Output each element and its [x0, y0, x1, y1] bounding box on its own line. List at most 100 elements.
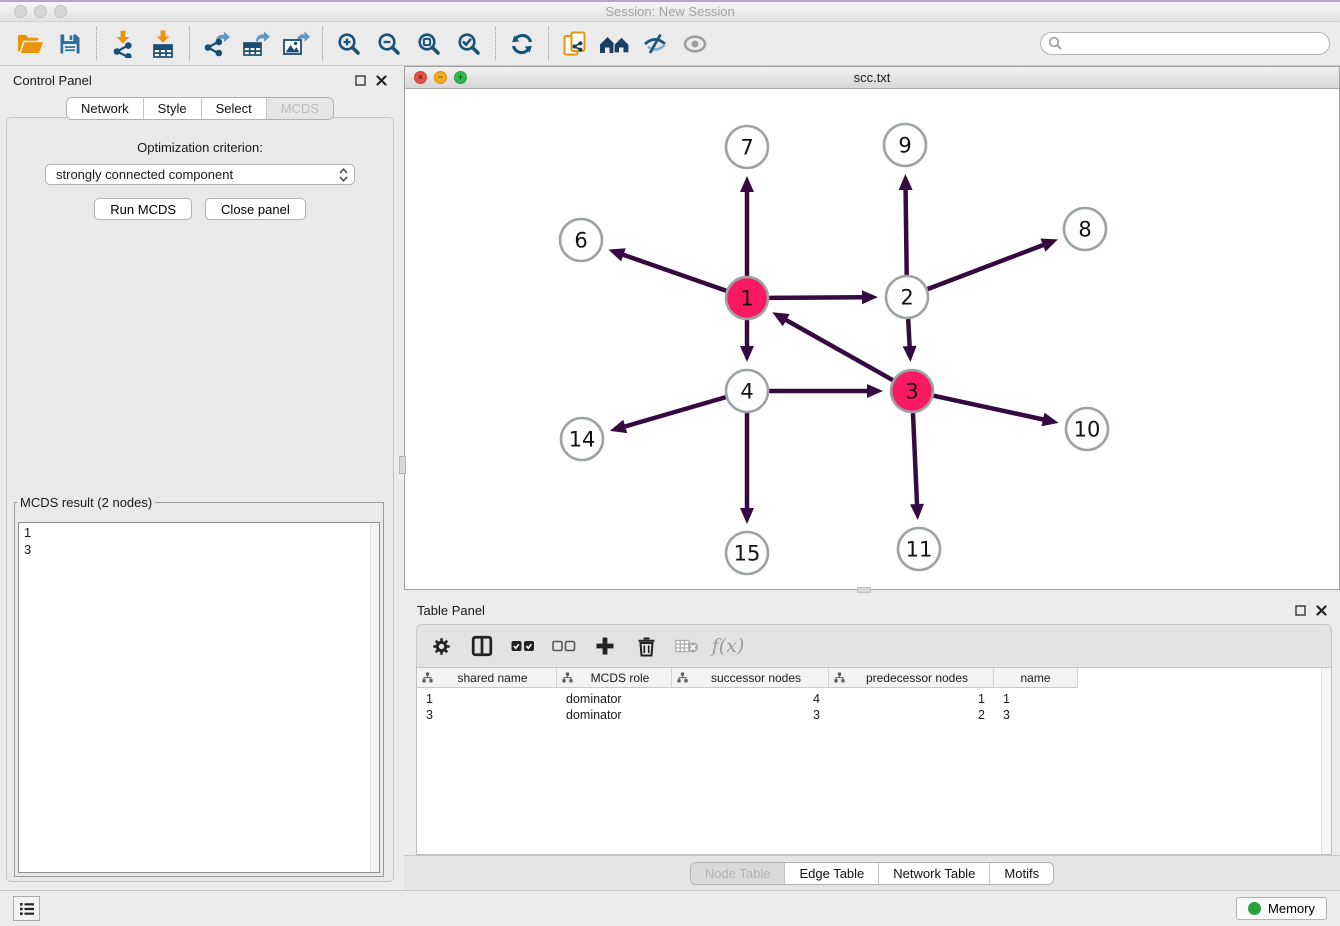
network-maximize-icon[interactable]: +: [454, 71, 467, 84]
graph-edge-1-2[interactable]: [769, 297, 864, 298]
column-header-predecessor-nodes[interactable]: predecessor nodes: [829, 668, 994, 688]
graph-edge-3-1[interactable]: [784, 319, 892, 380]
cell-successor-nodes[interactable]: 4: [672, 692, 829, 706]
zoom-selected-button[interactable]: [449, 26, 489, 62]
column-header-mcds-role[interactable]: MCDS role: [557, 668, 672, 688]
unchecked-boxes-icon: [552, 639, 576, 653]
network-view-window: × − + scc.txt 7968124314101511: [404, 66, 1340, 590]
cell-shared-name[interactable]: 3: [417, 708, 557, 722]
float-panel-icon[interactable]: [355, 75, 366, 86]
tab-node-table[interactable]: Node Table: [691, 863, 786, 884]
network-minimize-icon[interactable]: −: [434, 71, 447, 84]
import-table-icon: [150, 30, 176, 58]
graph-edge-arrowhead: [903, 346, 917, 362]
table-toolbar: f(x): [416, 624, 1332, 668]
checked-boxes-icon: [511, 639, 535, 653]
open-file-button[interactable]: [10, 26, 50, 62]
zoom-fit-button[interactable]: [409, 26, 449, 62]
export-image-button[interactable]: [276, 26, 316, 62]
hide-graphics-details-button[interactable]: [635, 26, 675, 62]
graph-node-label: 1: [740, 287, 753, 311]
graph-edge-1-6[interactable]: [622, 254, 727, 291]
table-row[interactable]: 1dominator411: [417, 691, 1331, 707]
table-row[interactable]: 3dominator323: [417, 707, 1331, 723]
network-canvas[interactable]: 7968124314101511: [405, 89, 1339, 589]
tab-motifs[interactable]: Motifs: [990, 863, 1053, 884]
select-all-rows-button[interactable]: [511, 634, 535, 658]
mcds-result-list[interactable]: 1 3: [18, 522, 380, 873]
table-scrollbar[interactable]: [1321, 668, 1331, 854]
close-panel-button[interactable]: Close panel: [205, 198, 306, 220]
cell-mcds-role[interactable]: dominator: [557, 692, 672, 706]
panel-splitter-handle-vertical[interactable]: [399, 456, 406, 474]
cell-mcds-role[interactable]: dominator: [557, 708, 672, 722]
zoom-out-button[interactable]: [369, 26, 409, 62]
tab-mcds[interactable]: MCDS: [267, 98, 333, 119]
graph-edge-3-11[interactable]: [913, 413, 917, 506]
float-panel-icon[interactable]: [1295, 605, 1306, 616]
control-panel-title: Control Panel: [13, 73, 92, 88]
graph-edge-2-3[interactable]: [908, 319, 910, 348]
network-close-icon[interactable]: ×: [414, 71, 427, 84]
import-table-file-button[interactable]: [143, 26, 183, 62]
cell-predecessor-nodes[interactable]: 2: [829, 708, 994, 722]
window-minimize-icon[interactable]: [34, 5, 47, 18]
search-input[interactable]: [1040, 32, 1330, 55]
show-graphics-details-button[interactable]: [675, 26, 715, 62]
close-panel-icon[interactable]: [376, 75, 387, 86]
cell-shared-name[interactable]: 1: [417, 692, 557, 706]
close-panel-icon[interactable]: [1316, 605, 1327, 616]
column-header-name[interactable]: name: [994, 668, 1078, 688]
graph-edge-2-9[interactable]: [906, 188, 907, 275]
delete-column-button[interactable]: [634, 634, 658, 658]
column-tree-icon: [834, 672, 845, 683]
delete-table-button[interactable]: [675, 634, 699, 658]
refresh-icon: [509, 32, 535, 56]
tab-network-table[interactable]: Network Table: [879, 863, 990, 884]
column-header-shared-name[interactable]: shared name: [417, 668, 557, 688]
save-session-button[interactable]: [50, 26, 90, 62]
import-network-file-button[interactable]: [103, 26, 143, 62]
tab-style[interactable]: Style: [144, 98, 202, 119]
tab-edge-table[interactable]: Edge Table: [785, 863, 879, 884]
cell-name[interactable]: 1: [994, 692, 1078, 706]
cell-successor-nodes[interactable]: 3: [672, 708, 829, 722]
window-close-icon[interactable]: [14, 5, 27, 18]
export-table-button[interactable]: [236, 26, 276, 62]
export-network-button[interactable]: [196, 26, 236, 62]
main-toolbar: [0, 22, 1340, 66]
graph-node-label: 15: [734, 542, 761, 566]
zoom-selected-icon: [457, 32, 481, 56]
zoom-in-button[interactable]: [329, 26, 369, 62]
tab-select[interactable]: Select: [202, 98, 267, 119]
graph-edge-2-8[interactable]: [928, 244, 1045, 289]
column-tree-icon: [562, 672, 573, 683]
network-view-titlebar[interactable]: × − + scc.txt: [405, 67, 1339, 89]
delete-table-icon: [675, 638, 699, 654]
cell-predecessor-nodes[interactable]: 1: [829, 692, 994, 706]
cell-name[interactable]: 3: [994, 708, 1078, 722]
table-tabs-strip: Node TableEdge TableNetwork TableMotifs: [404, 855, 1340, 890]
column-header-successor-nodes[interactable]: successor nodes: [672, 668, 829, 688]
memory-button[interactable]: Memory: [1236, 897, 1327, 920]
run-mcds-button[interactable]: Run MCDS: [94, 198, 192, 220]
graph-edge-3-10[interactable]: [933, 396, 1044, 420]
apply-preferred-layout-button[interactable]: [595, 26, 635, 62]
refresh-view-button[interactable]: [502, 26, 542, 62]
task-history-button[interactable]: [13, 896, 40, 921]
table-panel-tabs: Node TableEdge TableNetwork TableMotifs: [690, 862, 1054, 885]
apply-function-button[interactable]: f(x): [716, 634, 740, 658]
network-graph[interactable]: 7968124314101511: [405, 89, 1339, 589]
show-columns-button[interactable]: [470, 634, 494, 658]
window-zoom-icon[interactable]: [54, 5, 67, 18]
add-column-button[interactable]: [593, 634, 617, 658]
table-settings-button[interactable]: [429, 634, 453, 658]
new-network-from-selection-button[interactable]: [555, 26, 595, 62]
tab-network[interactable]: Network: [67, 98, 144, 119]
graph-edge-arrowhead: [910, 504, 924, 520]
deselect-all-rows-button[interactable]: [552, 634, 576, 658]
panel-splitter-handle-horizontal[interactable]: [857, 587, 871, 593]
optimization-select[interactable]: strongly connected component: [45, 164, 355, 185]
mcds-result-scrollbar[interactable]: [370, 523, 379, 872]
graph-edge-4-14[interactable]: [623, 397, 726, 427]
